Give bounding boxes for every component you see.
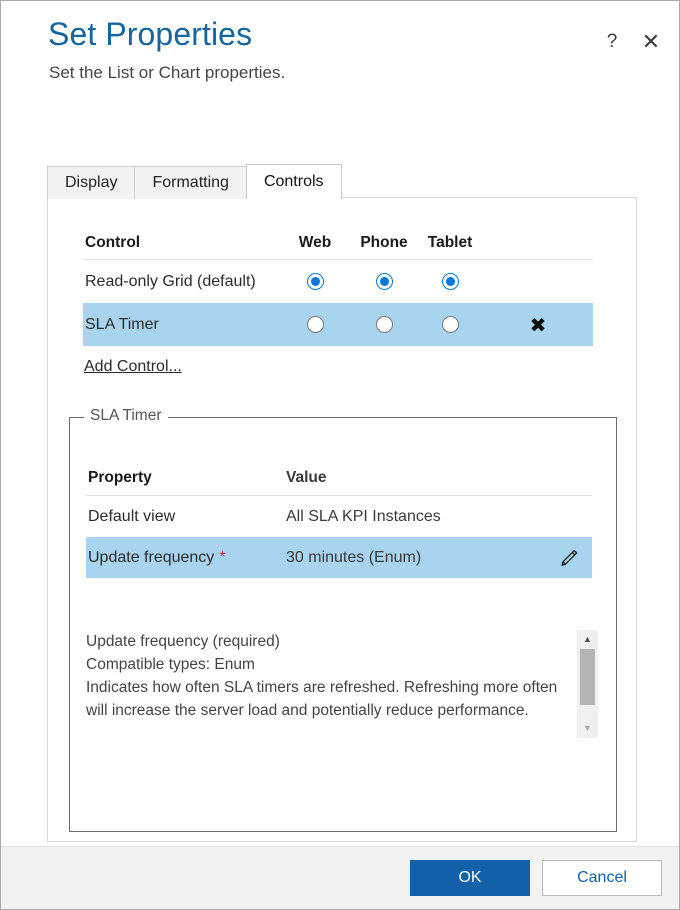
tab-display[interactable]: Display (47, 166, 136, 199)
property-value: 30 minutes (Enum) (286, 548, 422, 566)
column-header-phone: Phone (360, 233, 408, 251)
property-name: Default view (88, 507, 176, 525)
dialog-header: Set Properties Set the List or Chart pro… (1, 1, 679, 111)
fieldset-legend: SLA Timer (84, 407, 168, 425)
radio-icon[interactable] (375, 273, 393, 290)
page-subtitle: Set the List or Chart properties. (49, 63, 286, 82)
property-name-cell: Default view (86, 508, 286, 526)
column-header-property: Property (88, 468, 152, 486)
control-name: Read-only Grid (default) (85, 272, 256, 290)
radio-tablet-readonly-grid[interactable] (417, 273, 483, 290)
property-value: All SLA KPI Instances (286, 507, 441, 525)
property-name: Update frequency (88, 548, 215, 566)
description-line-3: Indicates how often SLA timers are refre… (86, 679, 558, 719)
ok-button[interactable]: OK (410, 860, 530, 896)
control-name: SLA Timer (85, 315, 159, 333)
property-description-box: Update frequency (required) Compatible t… (86, 630, 598, 738)
description-scrollbar[interactable]: ▲ ▼ (577, 630, 598, 738)
radio-icon[interactable] (441, 273, 459, 290)
tab-controls[interactable]: Controls (245, 164, 342, 200)
pencil-icon[interactable] (558, 547, 580, 569)
required-asterisk-icon: * (219, 548, 226, 566)
table-row[interactable]: Read-only Grid (default) (83, 260, 593, 303)
controls-table-header: Control Web Phone Tablet (83, 226, 593, 260)
radio-icon[interactable] (306, 316, 324, 333)
radio-icon[interactable] (441, 316, 459, 333)
table-row[interactable]: SLA Timer ✖ (83, 303, 593, 346)
add-control-link[interactable]: Add Control... (84, 358, 182, 376)
sla-timer-fieldset: SLA Timer Property Value Default view Al… (69, 407, 617, 832)
radio-phone-sla-timer[interactable] (351, 316, 417, 333)
column-header-web: Web (298, 233, 332, 251)
column-header-value: Value (286, 468, 327, 486)
remove-control-icon[interactable]: ✖ (530, 315, 547, 335)
help-icon[interactable]: ? (599, 29, 625, 55)
table-row[interactable]: Update frequency * 30 minutes (Enum) (86, 537, 592, 578)
tab-strip: Display Formatting Controls (47, 164, 342, 200)
close-icon[interactable]: ✕ (638, 29, 664, 55)
property-description-text: Update frequency (required) Compatible t… (86, 630, 577, 738)
controls-table: Control Web Phone Tablet Read-only Grid … (83, 226, 593, 346)
radio-web-sla-timer[interactable] (279, 316, 351, 333)
radio-phone-readonly-grid[interactable] (351, 273, 417, 290)
tab-formatting[interactable]: Formatting (134, 166, 247, 199)
row-action-cell[interactable]: ✖ (483, 315, 593, 335)
property-name-cell: Update frequency * (86, 549, 286, 567)
edit-property-button[interactable] (546, 547, 592, 569)
property-table-header: Property Value (86, 460, 592, 496)
scroll-up-icon[interactable]: ▲ (577, 630, 598, 649)
dialog-footer: OK Cancel (1, 846, 679, 909)
description-line-2: Compatible types: Enum (86, 656, 255, 673)
radio-tablet-sla-timer[interactable] (417, 316, 483, 333)
description-line-1: Update frequency (required) (86, 633, 280, 650)
page-title: Set Properties (48, 16, 253, 52)
property-table: Property Value Default view All SLA KPI … (86, 460, 592, 578)
cancel-button[interactable]: Cancel (542, 860, 662, 896)
table-row[interactable]: Default view All SLA KPI Instances (86, 496, 592, 537)
set-properties-dialog: Set Properties Set the List or Chart pro… (0, 0, 680, 910)
radio-icon[interactable] (306, 273, 324, 290)
radio-web-readonly-grid[interactable] (279, 273, 351, 290)
controls-tab-panel: Control Web Phone Tablet Read-only Grid … (47, 197, 637, 842)
scrollbar-thumb[interactable] (580, 649, 595, 705)
column-header-control: Control (85, 233, 141, 251)
scroll-down-icon[interactable]: ▼ (577, 719, 598, 738)
radio-icon[interactable] (375, 316, 393, 333)
column-header-tablet: Tablet (427, 233, 473, 251)
